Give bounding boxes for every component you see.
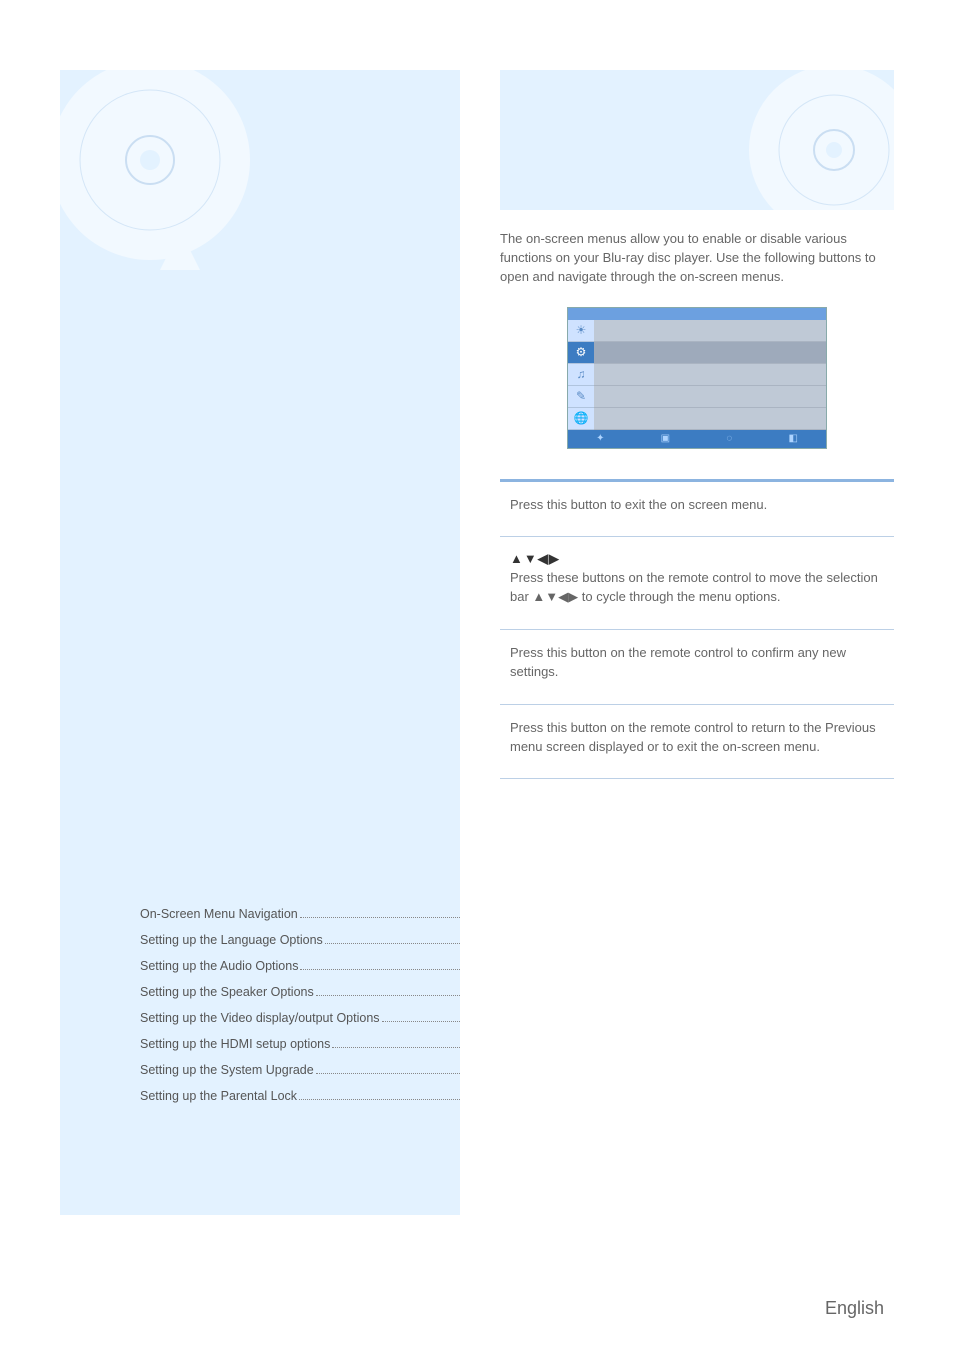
toc-row: Setting up the Speaker Options 40 (140, 985, 460, 999)
osd-row-body (594, 320, 826, 342)
osd-row: ☀ (568, 320, 826, 342)
toc-row: Setting up the Parental Lock 48 (140, 1089, 460, 1103)
toc-row: Setting up the Audio Options 38 (140, 959, 460, 973)
right-banner (500, 70, 894, 210)
toc-leader-dots (382, 1021, 460, 1022)
left-banner: On-Screen Menu Navigation 37 Setting up t… (60, 70, 460, 1215)
osd-row: ⚙ (568, 342, 826, 364)
left-column: On-Screen Menu Navigation 37 Setting up t… (60, 70, 460, 1215)
osd-row: 🌐 (568, 408, 826, 430)
toc-label: Setting up the Speaker Options (140, 985, 314, 999)
osd-title-bar (568, 308, 826, 320)
sun-icon: ☀ (568, 320, 594, 342)
toc-label: On-Screen Menu Navigation (140, 907, 298, 921)
arrow-glyphs: ▲▼◀▶ (500, 551, 894, 567)
toc-leader-dots (300, 917, 460, 918)
section-divider (500, 629, 894, 630)
osd-row: ✎ (568, 386, 826, 408)
toc-row: Setting up the HDMI setup options 43 (140, 1037, 460, 1051)
toc-label: Setting up the Video display/output Opti… (140, 1011, 380, 1025)
confirm-description: Press this button on the remote control … (500, 644, 894, 682)
toc-leader-dots (316, 1073, 460, 1074)
toc-leader-dots (316, 995, 460, 996)
right-column: The on-screen menus allow you to enable … (500, 70, 894, 1215)
intro-paragraph: The on-screen menus allow you to enable … (500, 230, 894, 287)
osd-menu-screenshot: ☀⚙♫✎🌐 ✦ ▣ ◌ ◧ (567, 307, 827, 449)
osd-row-body (594, 408, 826, 430)
osd-row-body (594, 342, 826, 364)
music-icon: ♫ (568, 364, 594, 386)
exit-description: Press this button to exit the on screen … (500, 496, 894, 515)
disc-icon (744, 70, 894, 210)
table-of-contents: On-Screen Menu Navigation 37 Setting up t… (140, 907, 460, 1115)
toc-label: Setting up the Audio Options (140, 959, 298, 973)
toc-leader-dots (332, 1047, 460, 1048)
section-divider (500, 704, 894, 705)
toc-leader-dots (300, 969, 460, 970)
navigate-description: Press these buttons on the remote contro… (500, 569, 894, 607)
osd-footer-icon: ◌ (726, 433, 732, 444)
osd-footer-icon: ▣ (661, 433, 670, 444)
osd-row-body (594, 364, 826, 386)
toc-leader-dots (325, 943, 460, 944)
toc-row: On-Screen Menu Navigation 37 (140, 907, 460, 921)
return-description: Press this button on the remote control … (500, 719, 894, 757)
nav-text-c: to cycle through the menu options. (578, 589, 780, 604)
disc-icon (60, 70, 260, 270)
toc-row: Setting up the Video display/output Opti… (140, 1011, 460, 1025)
two-column-layout: On-Screen Menu Navigation 37 Setting up t… (60, 70, 894, 1215)
osd-footer-icon: ◧ (788, 433, 797, 444)
section-rule (500, 479, 894, 482)
section-divider (500, 778, 894, 779)
toc-leader-dots (299, 1099, 460, 1100)
osd-row-body (594, 386, 826, 408)
page-root: On-Screen Menu Navigation 37 Setting up t… (0, 0, 954, 1349)
osd-footer-icon: ✦ (596, 433, 604, 444)
section-divider (500, 536, 894, 537)
page-language-footer: English (825, 1298, 884, 1319)
nav-arrow-inline: ▲▼◀▶ (532, 589, 578, 604)
toc-label: Setting up the System Upgrade (140, 1063, 314, 1077)
toc-label: Setting up the Language Options (140, 933, 323, 947)
toc-row: Setting up the Language Options 38 (140, 933, 460, 947)
osd-row: ♫ (568, 364, 826, 386)
gear-icon: ⚙ (568, 342, 594, 364)
brush-icon: ✎ (568, 386, 594, 408)
globe-icon: 🌐 (568, 408, 594, 430)
toc-label: Setting up the HDMI setup options (140, 1037, 330, 1051)
toc-label: Setting up the Parental Lock (140, 1089, 297, 1103)
toc-row: Setting up the System Upgrade 45 (140, 1063, 460, 1077)
osd-footer: ✦ ▣ ◌ ◧ (568, 430, 826, 448)
